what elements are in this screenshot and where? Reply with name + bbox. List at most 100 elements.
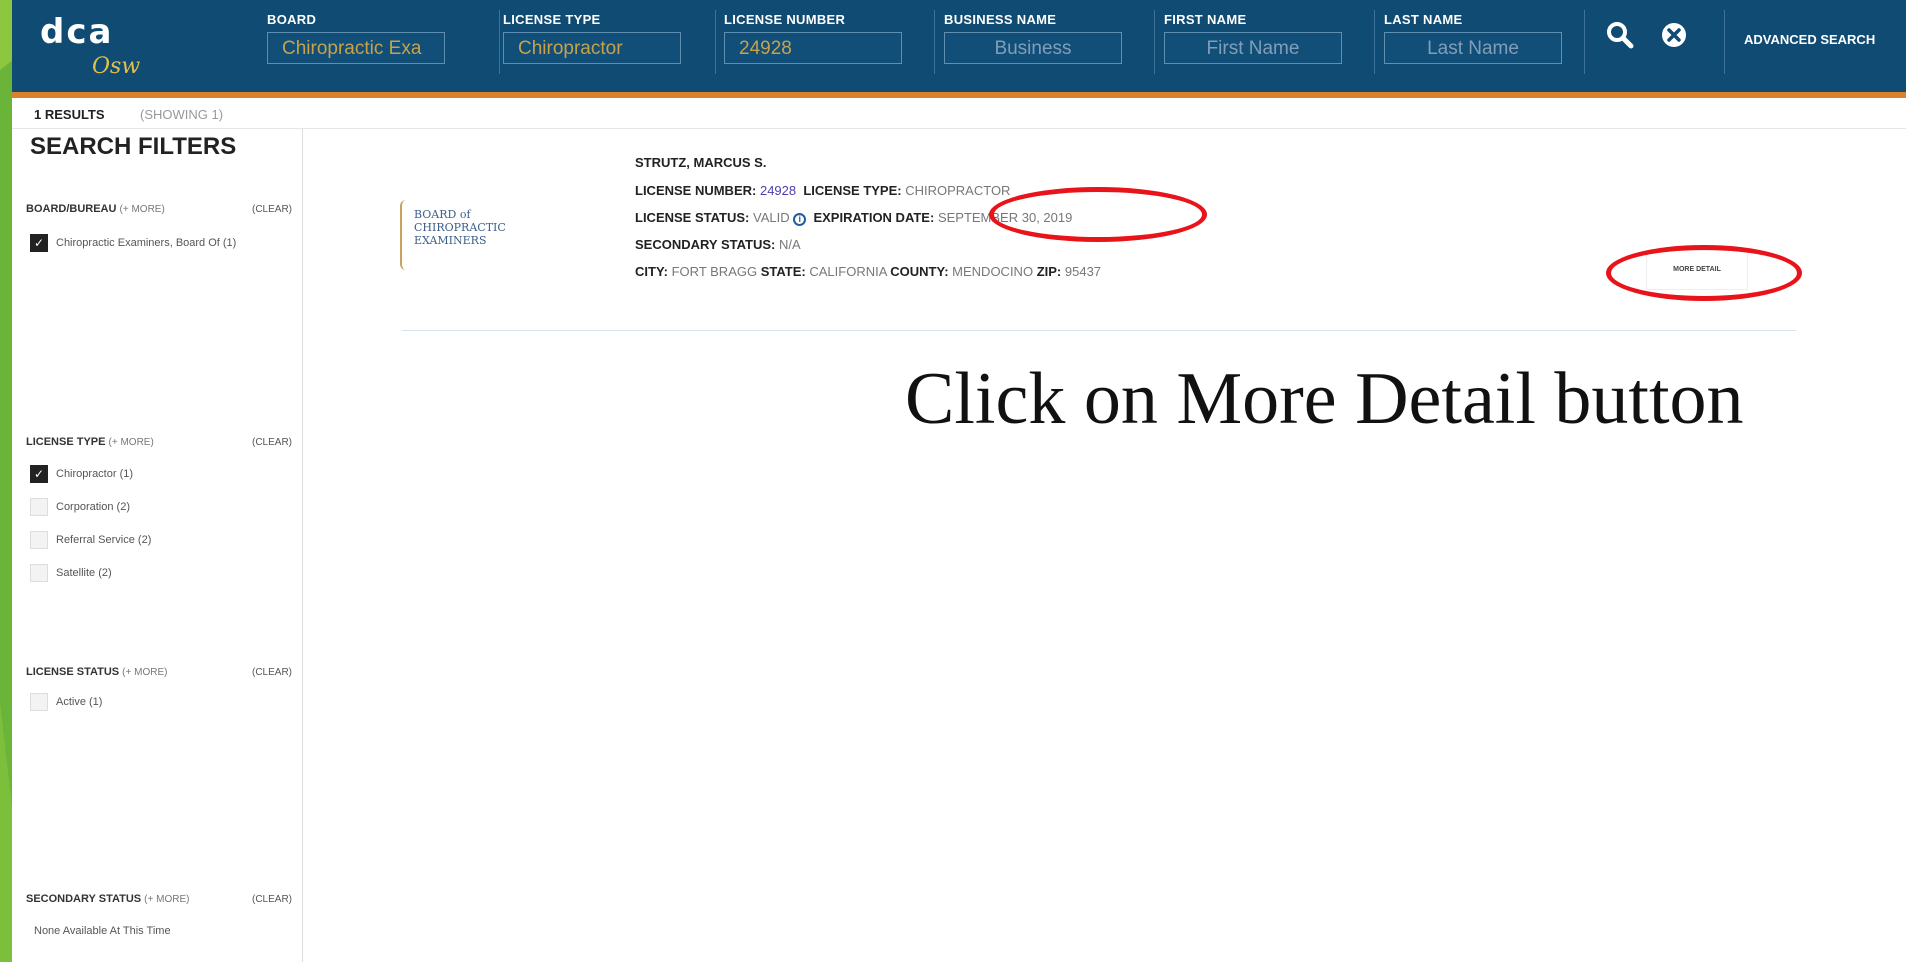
secondary-status-value: N/A — [778, 237, 801, 252]
filter-option[interactable]: Satellite (2) — [30, 564, 112, 582]
result-divider — [402, 330, 1796, 331]
license-type-label: LICENSE TYPE: — [803, 183, 902, 198]
advanced-search-link[interactable]: ADVANCED SEARCH — [1744, 32, 1875, 47]
last-name-label: LAST NAME — [1384, 12, 1463, 27]
licensee-name: STRUTZ, MARCUS S. — [635, 155, 766, 170]
header-divider — [1724, 10, 1725, 74]
location-line: CITY: FORT BRAGG STATE: CALIFORNIA COUNT… — [635, 264, 1101, 279]
filter-group-label: LICENSE TYPE — [26, 436, 106, 448]
checkbox-icon[interactable] — [30, 693, 48, 711]
filter-option[interactable]: ✓ Chiropractor (1) — [30, 465, 133, 483]
license-type-label: LICENSE TYPE — [503, 12, 601, 27]
checkbox-icon[interactable] — [30, 531, 48, 549]
secondary-status-line: SECONDARY STATUS: N/A — [635, 237, 801, 252]
checkbox-icon[interactable] — [30, 564, 48, 582]
filter-group-board-title: BOARD/BUREAU (+ MORE) — [26, 203, 165, 215]
dca-logo[interactable]: dca Osw — [40, 12, 220, 82]
last-name-input[interactable]: Last Name — [1384, 32, 1562, 64]
expiration-date-label: EXPIRATION DATE: — [813, 210, 935, 225]
county-label: COUNTY: — [890, 264, 949, 279]
business-name-label: BUSINESS NAME — [944, 12, 1057, 27]
clear-license-status-filter[interactable]: (CLEAR) — [252, 667, 292, 678]
business-name-field: BUSINESS NAME Business — [944, 12, 1122, 64]
filter-option[interactable]: Referral Service (2) — [30, 531, 151, 549]
zip-label: ZIP: — [1036, 264, 1062, 279]
licensee-name-text: STRUTZ, MARCUS S. — [635, 155, 767, 170]
zip-value: 95437 — [1064, 264, 1102, 279]
search-icon[interactable] — [1600, 20, 1640, 60]
filter-option[interactable]: Active (1) — [30, 693, 102, 711]
filter-group-secondary-status-title: SECONDARY STATUS (+ MORE) — [26, 893, 189, 905]
clear-license-type-filter[interactable]: (CLEAR) — [252, 437, 292, 448]
city-value: FORT BRAGG — [671, 264, 758, 279]
header-divider — [715, 10, 716, 74]
filter-option-label: Chiropractic Examiners, Board Of (1) — [56, 237, 237, 249]
checkbox-checked-icon[interactable]: ✓ — [30, 234, 48, 252]
first-name-input[interactable]: First Name — [1164, 32, 1342, 64]
filter-empty-text: None Available At This Time — [34, 925, 171, 937]
checkbox-icon[interactable] — [30, 498, 48, 516]
header-divider — [934, 10, 935, 74]
board-label: BOARD — [267, 12, 317, 27]
filter-group-label: SECONDARY STATUS — [26, 893, 142, 905]
info-icon[interactable]: i — [793, 213, 807, 226]
board-logo-line: EXAMINERS — [414, 234, 487, 247]
license-number-link[interactable]: 24928 — [760, 183, 796, 198]
filter-option-label: Chiropractor (1) — [56, 468, 134, 480]
county-value: MENDOCINO — [952, 264, 1034, 279]
board-logo-line: CHIROPRACTIC — [414, 221, 506, 234]
state-value: CALIFORNIA — [809, 264, 887, 279]
city-label: CITY: — [635, 264, 668, 279]
board-logo-text: BOARD of CHIROPRACTIC EXAMINERS — [414, 208, 506, 247]
state-label: STATE: — [760, 264, 806, 279]
clear-secondary-status-filter[interactable]: (CLEAR) — [252, 894, 292, 905]
filters-title: SEARCH FILTERS — [30, 133, 237, 160]
more-link[interactable]: (+ MORE) — [120, 204, 165, 215]
header-divider — [1584, 10, 1585, 74]
filter-option[interactable]: ✓ Chiropractic Examiners, Board Of (1) — [30, 234, 236, 252]
more-link[interactable]: (+ MORE) — [122, 667, 167, 678]
results-showing: (SHOWING 1) — [140, 107, 224, 122]
board-logo-line: BOARD of — [414, 208, 471, 221]
filter-group-label: LICENSE STATUS — [26, 666, 120, 678]
filter-option-label: Active (1) — [56, 696, 103, 708]
board-input[interactable]: Chiropractic Exa — [267, 32, 445, 64]
license-number-label: LICENSE NUMBER: — [635, 183, 757, 198]
first-name-label: FIRST NAME — [1164, 12, 1247, 27]
filter-option[interactable]: Corporation (2) — [30, 498, 130, 516]
search-filters-sidebar: SEARCH FILTERS BOARD/BUREAU (+ MORE) (CL… — [12, 129, 303, 962]
logo-spine-curve — [400, 200, 412, 270]
business-name-input[interactable]: Business — [944, 32, 1122, 64]
secondary-status-label: SECONDARY STATUS: — [635, 237, 776, 252]
clear-board-filter[interactable]: (CLEAR) — [252, 204, 292, 215]
license-type-value: CHIROPRACTOR — [905, 183, 1011, 198]
filter-group-label: BOARD/BUREAU — [26, 203, 117, 215]
filter-group-license-status-title: LICENSE STATUS (+ MORE) — [26, 666, 167, 678]
more-detail-highlight — [1606, 245, 1802, 301]
more-link[interactable]: (+ MORE) — [144, 894, 189, 905]
license-number-input[interactable]: 24928 — [724, 32, 902, 64]
instruction-caption: Click on More Detail button — [905, 358, 1744, 440]
header-divider — [1374, 10, 1375, 74]
license-search-screen: dca Osw BOARD Chiropractic Exa LICENSE T… — [12, 0, 1906, 962]
license-status-label: LICENSE STATUS: — [635, 210, 750, 225]
last-name-field: LAST NAME Last Name — [1384, 12, 1562, 64]
filter-group-license-type-title: LICENSE TYPE (+ MORE) — [26, 436, 154, 448]
board-of-chiropractic-examiners-logo: BOARD of CHIROPRACTIC EXAMINERS — [400, 200, 540, 270]
license-number-label: LICENSE NUMBER — [724, 12, 846, 27]
checkbox-checked-icon[interactable]: ✓ — [30, 465, 48, 483]
logo-signature: Osw — [92, 54, 141, 79]
expiration-date-highlight — [989, 187, 1207, 242]
filter-option-label: Referral Service (2) — [56, 534, 152, 546]
license-number-field: LICENSE NUMBER 24928 — [724, 12, 902, 64]
logo-text: dca — [40, 12, 114, 52]
license-type-field: LICENSE TYPE Chiropractor — [503, 12, 681, 64]
results-bar: 1 RESULTS (SHOWING 1) — [12, 98, 1906, 129]
clear-search-icon[interactable] — [1654, 20, 1694, 60]
header-divider — [499, 10, 500, 74]
more-link[interactable]: (+ MORE) — [109, 437, 154, 448]
license-type-input[interactable]: Chiropractor — [503, 32, 681, 64]
license-status-value: VALID — [752, 210, 790, 225]
search-header: dca Osw BOARD Chiropractic Exa LICENSE T… — [12, 0, 1906, 98]
filter-option-label: Corporation (2) — [56, 501, 130, 513]
